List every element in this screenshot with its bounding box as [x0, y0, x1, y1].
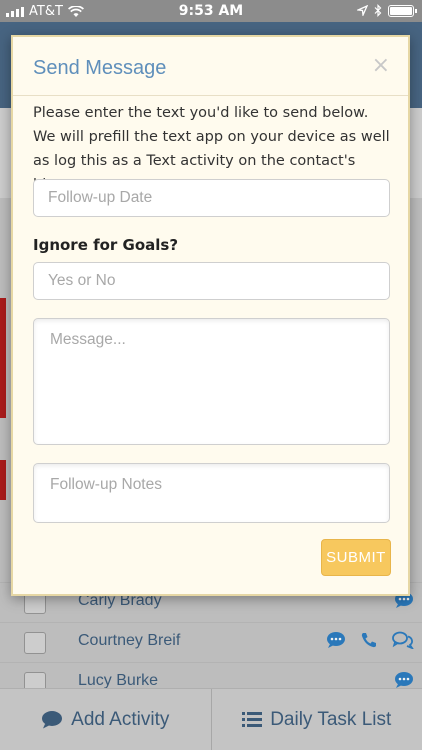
- status-right: [357, 4, 417, 17]
- modal-divider: [13, 95, 408, 96]
- ignore-goals-label: Ignore for Goals?: [33, 236, 179, 254]
- submit-button[interactable]: SUBMIT: [321, 539, 391, 576]
- location-arrow-icon: [357, 5, 368, 16]
- follow-up-date-field[interactable]: [33, 179, 390, 217]
- send-message-modal: Send Message × Please enter the text you…: [11, 35, 410, 596]
- status-bar: AT&T 9:53 AM: [0, 0, 422, 22]
- follow-up-notes-field[interactable]: [33, 463, 390, 523]
- bluetooth-icon: [374, 4, 382, 17]
- battery-icon: [388, 4, 417, 17]
- ignore-goals-field[interactable]: [33, 262, 390, 300]
- message-field[interactable]: [33, 318, 390, 445]
- modal-title: Send Message: [33, 57, 167, 79]
- close-icon[interactable]: ×: [372, 55, 390, 77]
